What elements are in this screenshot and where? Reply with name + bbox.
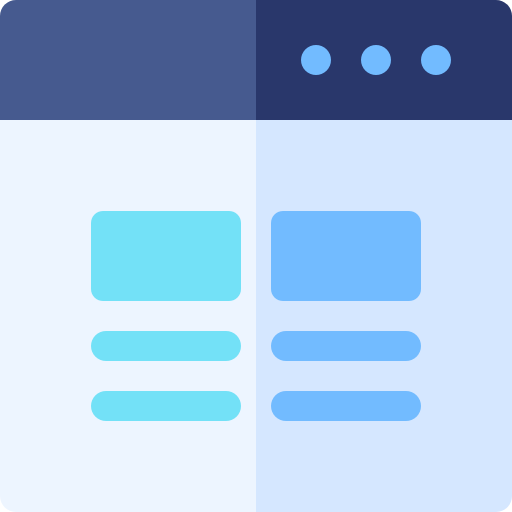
text-line-placeholder [91,331,241,361]
window-dot-icon [361,45,391,75]
right-pane [256,120,512,512]
window-titlebar [0,0,512,120]
image-placeholder [271,211,421,301]
text-line-placeholder [271,391,421,421]
titlebar-left-half [0,0,256,120]
text-line-placeholder [91,391,241,421]
left-pane [0,120,256,512]
titlebar-right-half [256,0,512,120]
window-content [0,120,512,512]
window-dot-icon [301,45,331,75]
browser-window-illustration [0,0,512,512]
window-dot-icon [421,45,451,75]
text-line-placeholder [271,331,421,361]
image-placeholder [91,211,241,301]
